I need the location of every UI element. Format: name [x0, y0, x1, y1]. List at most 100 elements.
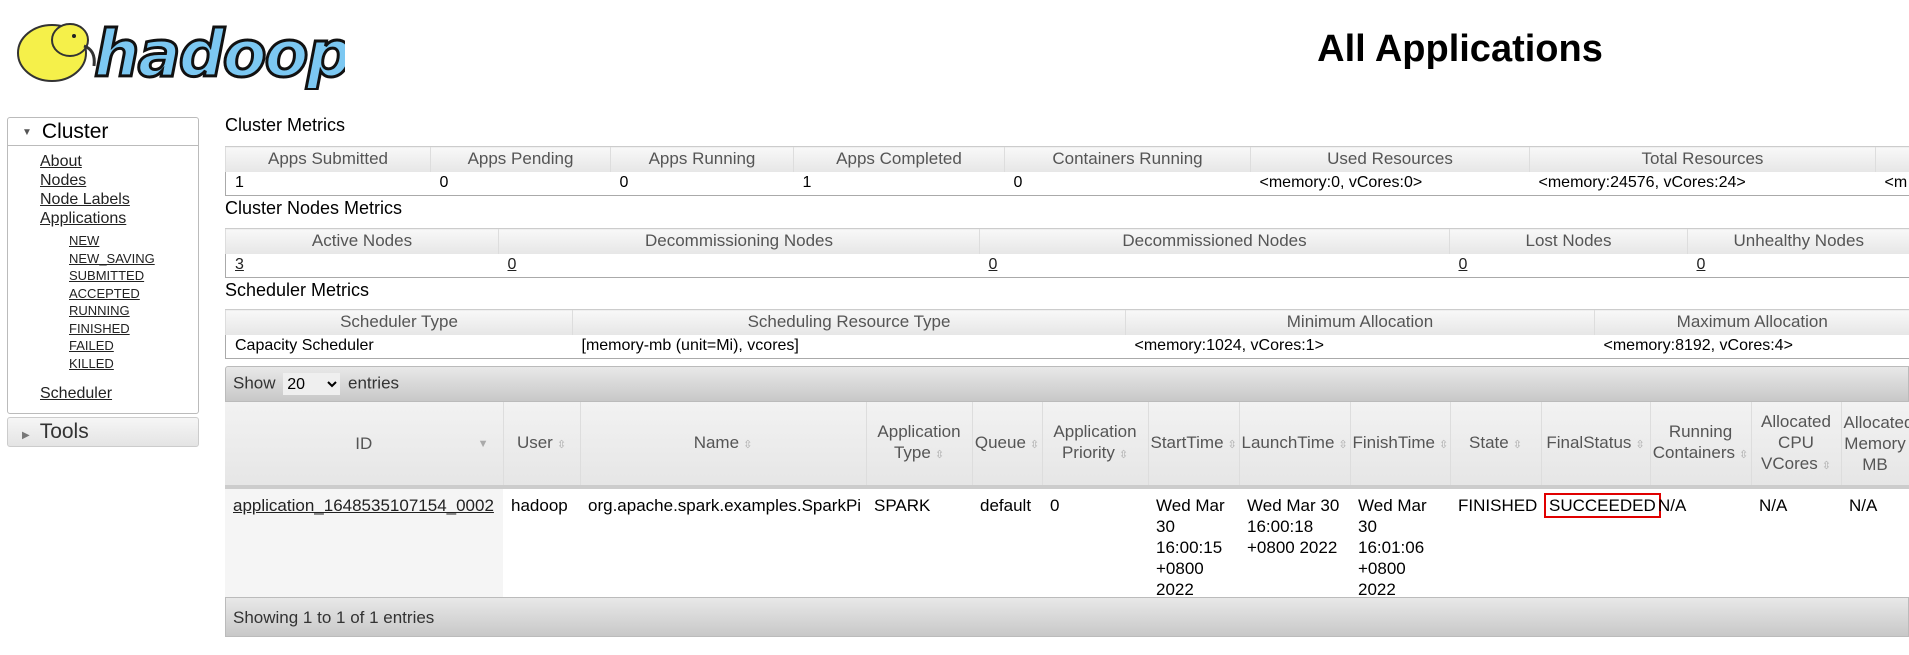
metric-value: <m	[1875, 171, 1909, 196]
show-entries-bar: Show 20 entries	[225, 366, 1909, 402]
cell: FINISHED	[1450, 487, 1541, 607]
cluster-label: Cluster	[41, 120, 109, 143]
metric-header	[1875, 146, 1909, 172]
column-label: StartTime	[1150, 432, 1224, 452]
sidebar-link-about[interactable]: About	[40, 153, 82, 170]
column-header-4[interactable]: Queue ⇳	[972, 402, 1043, 489]
metric-link[interactable]: 0	[1697, 256, 1706, 273]
cell: Wed Mar 30 16:01:06 +0800 2022	[1350, 487, 1450, 607]
column-label: State	[1469, 432, 1509, 452]
column-header-10[interactable]: FinalStatus ⇳	[1541, 402, 1651, 489]
column-header-12[interactable]: Allocated CPU VCores ⇳	[1751, 402, 1842, 489]
triangle-down-icon: ▼	[22, 126, 32, 138]
table-row: application_1648535107154_0002 hadoop org.…	[225, 487, 1909, 607]
column-label: Running Containers	[1652, 422, 1735, 462]
metric-header: Active Nodes	[225, 228, 499, 254]
sidebar-state-finished[interactable]: FINISHED	[69, 321, 130, 336]
column-header-6[interactable]: StartTime ⇳	[1148, 402, 1240, 489]
cell: N/A	[1751, 487, 1841, 607]
metric-value: <memory:1024, vCores:1>	[1125, 334, 1595, 359]
sidebar-link-node-labels[interactable]: Node Labels	[40, 191, 130, 208]
sort-icon: ⇳	[1439, 438, 1449, 451]
column-header-8[interactable]: FinishTime ⇳	[1350, 402, 1451, 489]
entries-per-page-select[interactable]: 20	[283, 373, 341, 395]
sidebar-state-submitted[interactable]: SUBMITTED	[69, 268, 144, 283]
entries-label: entries	[348, 373, 400, 393]
metric-link[interactable]: 0	[989, 256, 998, 273]
cell: SPARK	[866, 487, 972, 607]
show-label: Show	[233, 373, 276, 393]
cell: Wed Mar 30 16:00:18 +0800 2022	[1239, 487, 1350, 607]
metric-header: Apps Running	[610, 146, 794, 172]
sidebar-state-new[interactable]: NEW	[69, 233, 99, 248]
metric-value: <memory:24576, vCores:24>	[1529, 171, 1876, 196]
sidebar-link-applications[interactable]: Applications	[40, 210, 126, 227]
metric-link[interactable]: 0	[508, 256, 517, 273]
sort-desc-icon: ▼	[477, 438, 489, 450]
column-header-0[interactable]: ID ▼	[225, 402, 504, 489]
column-header-7[interactable]: LaunchTime ⇳	[1239, 402, 1351, 489]
hadoop-logo: hadoop	[17, 17, 345, 90]
sort-icon: ⇳	[1338, 438, 1348, 451]
metric-header: Maximum Allocation	[1594, 309, 1909, 335]
nodes-metrics-table: Active Nodes Decommissioning Nodes Decommi…	[225, 228, 1909, 278]
metric-header: Lost Nodes	[1449, 228, 1688, 254]
tools-label: Tools	[39, 420, 89, 443]
cell: application_1648535107154_0002	[225, 487, 503, 607]
metric-value: 0	[1687, 253, 1909, 278]
sidebar: ▼ Cluster About Nodes Node Labels Applica…	[7, 117, 199, 447]
cell: SUCCEEDED	[1541, 487, 1661, 607]
column-header-13[interactable]: Allocated Memory MB	[1841, 402, 1909, 489]
column-header-1[interactable]: User ⇳	[503, 402, 581, 489]
metric-link[interactable]: 0	[1459, 256, 1468, 273]
nodes-metrics-title: Cluster Nodes Metrics	[225, 198, 403, 218]
metric-value: 0	[1004, 171, 1251, 196]
column-label: User	[516, 432, 553, 452]
metric-header: Used Resources	[1250, 146, 1530, 172]
sidebar-state-new-saving[interactable]: NEW_SAVING	[69, 251, 155, 266]
metric-link[interactable]: 3	[235, 256, 244, 273]
sidebar-link-scheduler[interactable]: Scheduler	[40, 385, 112, 402]
column-header-9[interactable]: State ⇳	[1450, 402, 1542, 489]
metric-value: 0	[610, 171, 794, 196]
column-header-2[interactable]: Name ⇳	[580, 402, 867, 489]
sort-icon: ⇳	[934, 449, 945, 461]
metric-value: 0	[498, 253, 980, 278]
sidebar-state-accepted[interactable]: ACCEPTED	[69, 286, 140, 301]
sort-icon: ⇳	[1512, 438, 1522, 451]
metric-header: Apps Submitted	[225, 146, 431, 172]
tools-section-toggle[interactable]: ▶ Tools	[7, 417, 199, 447]
cell: hadoop	[503, 487, 580, 607]
metric-header: Total Resources	[1529, 146, 1876, 172]
sort-icon: ⇳	[556, 438, 567, 451]
page-title: All Applications	[1317, 28, 1603, 70]
cell: Wed Mar 30 16:00:15 +0800 2022	[1148, 487, 1239, 607]
application-id-link[interactable]: application_1648535107154_0002	[233, 496, 494, 515]
metric-header: Decommissioning Nodes	[498, 228, 980, 254]
svg-text:hadoop: hadoop	[94, 18, 345, 90]
column-label: ID	[355, 434, 373, 453]
column-header-11[interactable]: Running Containers ⇳	[1650, 402, 1752, 489]
cell: N/A	[1650, 487, 1751, 607]
applications-table: ID ▼ User ⇳ Name ⇳ Application Type ⇳ Queue ⇳ Appl…	[225, 402, 1909, 607]
sidebar-link-nodes[interactable]: Nodes	[40, 172, 86, 189]
cell: 0	[1042, 487, 1148, 607]
cluster-section-toggle[interactable]: ▼ Cluster	[8, 118, 198, 146]
cell: default	[972, 487, 1042, 607]
column-header-5[interactable]: Application Priority ⇳	[1042, 402, 1149, 489]
final-status-highlight: SUCCEEDED	[1544, 493, 1661, 518]
scheduler-metrics-title: Scheduler Metrics	[225, 280, 370, 300]
scheduler-metrics-table: Scheduler Type Scheduling Resource Type Mi…	[225, 309, 1909, 359]
sidebar-state-failed[interactable]: FAILED	[69, 338, 114, 353]
metric-header: Minimum Allocation	[1125, 309, 1595, 335]
sidebar-state-killed[interactable]: KILLED	[69, 356, 114, 371]
metric-header: Containers Running	[1004, 146, 1251, 172]
table-info: Showing 1 to 1 of 1 entries	[225, 597, 1909, 637]
cell: N/A	[1841, 487, 1909, 607]
metric-value: 0	[430, 171, 611, 196]
column-label: Queue	[974, 432, 1026, 452]
cluster-metrics-table: Apps Submitted Apps Pending Apps Running Ap…	[225, 146, 1909, 196]
sidebar-state-running[interactable]: RUNNING	[69, 303, 130, 318]
sort-icon: ⇳	[1029, 438, 1040, 451]
column-header-3[interactable]: Application Type ⇳	[866, 402, 973, 489]
